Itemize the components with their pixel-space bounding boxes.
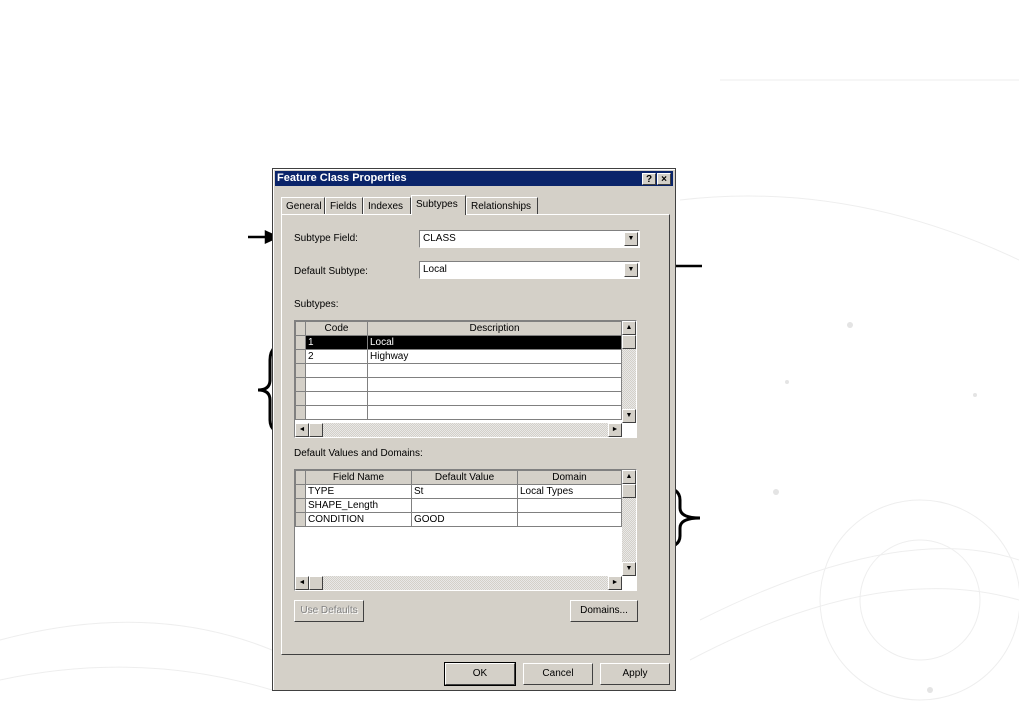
code-cell[interactable] [305, 391, 368, 406]
code-cell[interactable] [305, 377, 368, 392]
tab-general[interactable]: General [281, 197, 325, 214]
table-row[interactable]: CONDITION GOOD [295, 512, 622, 527]
scroll-left-icon[interactable]: ◄ [295, 423, 309, 437]
default-value-column-header[interactable]: Default Value [411, 470, 518, 485]
subtypes-panel: Subtype Field: CLASS ▼ Default Subtype: … [281, 214, 670, 655]
subtypes-grid[interactable]: Code Description 1 Local 2 Highway ▲ ▼ ◄… [294, 320, 637, 438]
scroll-up-icon[interactable]: ▲ [622, 321, 636, 335]
domain-cell[interactable] [517, 512, 622, 527]
description-cell[interactable] [367, 377, 622, 392]
subtypes-label: Subtypes: [294, 299, 339, 310]
defaults-label: Default Values and Domains: [294, 448, 423, 459]
ok-button[interactable]: OK [444, 662, 516, 686]
default-subtype-combo[interactable]: Local ▼ [419, 261, 640, 279]
field-name-column-header[interactable]: Field Name [305, 470, 412, 485]
scroll-right-icon[interactable]: ► [608, 423, 622, 437]
dialog-title: Feature Class Properties [277, 172, 407, 184]
description-cell[interactable] [367, 391, 622, 406]
table-row[interactable] [295, 363, 622, 378]
tab-subtypes[interactable]: Subtypes [411, 195, 466, 215]
scroll-thumb[interactable] [622, 484, 636, 498]
table-row[interactable]: TYPE St Local Types [295, 484, 622, 499]
defaults-vertical-scrollbar[interactable]: ▲ ▼ [622, 470, 636, 576]
domains-button[interactable]: Domains... [570, 600, 638, 622]
help-button[interactable]: ? [642, 173, 656, 185]
scroll-thumb[interactable] [309, 576, 323, 590]
tab-fields[interactable]: Fields [325, 197, 363, 214]
field-name-cell[interactable]: CONDITION [305, 512, 412, 527]
row-selector[interactable] [295, 349, 306, 364]
description-cell[interactable] [367, 363, 622, 378]
code-cell[interactable]: 1 [305, 335, 368, 350]
scroll-down-icon[interactable]: ▼ [622, 409, 636, 423]
domain-cell[interactable]: Local Types [517, 484, 622, 499]
dropdown-arrow-icon[interactable]: ▼ [624, 232, 638, 246]
description-column-header[interactable]: Description [367, 321, 622, 336]
code-cell[interactable] [305, 405, 368, 420]
row-selector-header [295, 321, 306, 336]
row-selector[interactable] [295, 405, 306, 420]
subtypes-header-row: Code Description [295, 321, 622, 336]
title-bar: Feature Class Properties ? × [275, 171, 673, 186]
code-cell[interactable] [305, 363, 368, 378]
code-column-header[interactable]: Code [305, 321, 368, 336]
default-subtype-label: Default Subtype: [294, 266, 368, 277]
default-values-grid[interactable]: Field Name Default Value Domain TYPE St … [294, 469, 637, 591]
domain-cell[interactable] [517, 498, 622, 513]
code-cell[interactable]: 2 [305, 349, 368, 364]
row-selector[interactable] [295, 512, 306, 527]
subtypes-vertical-scrollbar[interactable]: ▲ ▼ [622, 321, 636, 423]
default-subtype-value: Local [423, 264, 447, 275]
scroll-up-icon[interactable]: ▲ [622, 470, 636, 484]
subtypes-horizontal-scrollbar[interactable]: ◄ ► [295, 423, 622, 437]
cancel-button[interactable]: Cancel [523, 663, 593, 685]
close-button[interactable]: × [657, 173, 671, 185]
default-value-cell[interactable] [411, 498, 518, 513]
table-row[interactable] [295, 405, 622, 420]
apply-button[interactable]: Apply [600, 663, 670, 685]
row-selector[interactable] [295, 484, 306, 499]
table-row[interactable] [295, 391, 622, 406]
default-value-cell[interactable]: GOOD [411, 512, 518, 527]
field-name-cell[interactable]: SHAPE_Length [305, 498, 412, 513]
description-cell[interactable]: Local [367, 335, 622, 350]
tab-indexes[interactable]: Indexes [363, 197, 411, 214]
scroll-thumb[interactable] [309, 423, 323, 437]
scroll-left-icon[interactable]: ◄ [295, 576, 309, 590]
use-defaults-button[interactable]: Use Defaults [294, 600, 364, 622]
description-cell[interactable] [367, 405, 622, 420]
subtype-field-label: Subtype Field: [294, 233, 358, 244]
defaults-header-row: Field Name Default Value Domain [295, 470, 622, 485]
row-selector[interactable] [295, 391, 306, 406]
table-row[interactable]: SHAPE_Length [295, 498, 622, 513]
table-row[interactable] [295, 377, 622, 392]
row-selector[interactable] [295, 377, 306, 392]
table-row[interactable]: 2 Highway [295, 349, 622, 364]
row-selector[interactable] [295, 363, 306, 378]
row-selector[interactable] [295, 498, 306, 513]
tab-relationships[interactable]: Relationships [466, 197, 538, 214]
dropdown-arrow-icon[interactable]: ▼ [624, 263, 638, 277]
table-row[interactable]: 1 Local [295, 335, 622, 350]
scroll-right-icon[interactable]: ► [608, 576, 622, 590]
row-selector-header [295, 470, 306, 485]
field-name-cell[interactable]: TYPE [305, 484, 412, 499]
default-value-cell[interactable]: St [411, 484, 518, 499]
scroll-thumb[interactable] [622, 335, 636, 349]
defaults-horizontal-scrollbar[interactable]: ◄ ► [295, 576, 622, 590]
scroll-down-icon[interactable]: ▼ [622, 562, 636, 576]
row-selector[interactable] [295, 335, 306, 350]
subtype-field-value: CLASS [423, 233, 456, 244]
domain-column-header[interactable]: Domain [517, 470, 622, 485]
feature-class-properties-dialog: Feature Class Properties ? × General Fie… [272, 168, 676, 691]
description-cell[interactable]: Highway [367, 349, 622, 364]
subtype-field-combo[interactable]: CLASS ▼ [419, 230, 640, 248]
